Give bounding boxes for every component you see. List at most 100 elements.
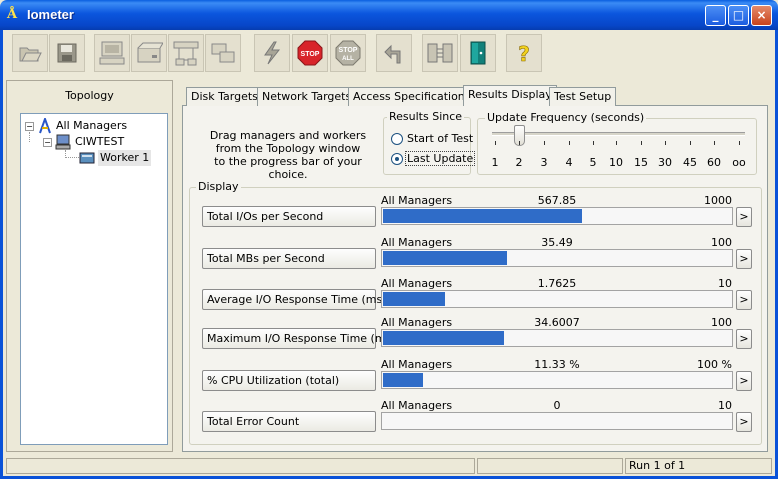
stop-all-button[interactable]: STOP ALL — [330, 34, 366, 72]
duplicate-worker-button[interactable] — [205, 34, 241, 72]
display-icon — [99, 41, 125, 65]
last-update-radio[interactable] — [391, 153, 403, 165]
open-button[interactable] — [12, 34, 48, 72]
tree-item-label: All Managers — [56, 119, 128, 132]
metric-progress-bar[interactable] — [381, 290, 733, 308]
start-tests-button[interactable] — [254, 34, 290, 72]
metric-select-button[interactable]: Maximum I/O Response Time (ms) — [202, 328, 396, 349]
metric-progress-bar[interactable] — [381, 329, 733, 347]
metric-expand-arrow-button[interactable]: > — [736, 371, 752, 391]
metric-manager-label: All Managers — [381, 358, 453, 371]
frequency-tick-mark — [739, 141, 740, 145]
minimize-button[interactable]: _ — [705, 5, 726, 26]
maximize-button[interactable]: □ — [728, 5, 749, 26]
iometer-app-icon: Å — [7, 7, 18, 22]
tree-item-worker-1[interactable]: Worker 1 — [79, 150, 152, 166]
frequency-tick-mark — [569, 141, 570, 145]
metric-expand-arrow-button[interactable]: > — [736, 207, 752, 227]
tab-access-specifications[interactable]: Access Specifications — [348, 87, 476, 106]
frequency-tick-mark — [641, 141, 642, 145]
disk-worker-icon — [137, 42, 163, 63]
metric-value: 0 — [553, 399, 561, 412]
new-network-worker-button[interactable] — [168, 34, 204, 72]
frequency-slider-track[interactable] — [492, 132, 745, 136]
tree-item-ciwtest[interactable]: − CIWTEST — [43, 134, 124, 150]
metric-select-button[interactable]: % CPU Utilization (total) — [202, 370, 376, 391]
disconnect-button[interactable] — [422, 34, 458, 72]
metric-manager-label: All Managers — [381, 277, 453, 290]
reset-arrow-icon — [384, 44, 401, 64]
metric-select-button[interactable]: Total MBs per Second — [202, 248, 376, 269]
collapse-toggle[interactable]: − — [43, 137, 52, 147]
frequency-tick-label: 5 — [589, 156, 597, 169]
new-window-button[interactable] — [94, 34, 130, 72]
svg-text:?: ? — [518, 42, 530, 66]
network-worker-icon — [173, 41, 199, 66]
update-frequency-legend: Update Frequency (seconds) — [485, 111, 647, 124]
frequency-tick-mark — [690, 141, 691, 145]
metric-progress-bar[interactable] — [381, 371, 733, 389]
frequency-tick-label: 3 — [540, 156, 548, 169]
help-icon: ? — [518, 42, 530, 66]
open-folder-icon — [19, 47, 42, 62]
metric-value: 1.7625 — [537, 277, 577, 290]
metric-max: 100 % — [697, 358, 732, 371]
metric-value: 34.6007 — [534, 316, 580, 329]
last-update-label[interactable]: Last Update — [405, 151, 476, 166]
tree-connector — [29, 132, 30, 142]
close-button[interactable]: × — [751, 5, 772, 26]
metric-progress-bar[interactable] — [381, 412, 733, 430]
frequency-tick-label: 30 — [658, 156, 672, 169]
frequency-tick-label: oo — [732, 156, 746, 169]
status-run-count: Run 1 of 1 — [625, 458, 772, 474]
metric-expand-arrow-button[interactable]: > — [736, 412, 752, 432]
frequency-tick-label: 60 — [707, 156, 721, 169]
frequency-tick-label: 4 — [565, 156, 573, 169]
drag-instructions: Drag managers and workers from the Topol… — [209, 129, 367, 181]
metric-max: 100 — [711, 236, 732, 249]
metric-select-button[interactable]: Average I/O Response Time (ms) — [202, 289, 387, 310]
collapse-toggle[interactable]: − — [25, 121, 34, 131]
tab-network-targets[interactable]: Network Targets — [257, 87, 357, 106]
metric-select-button[interactable]: Total I/Os per Second — [202, 206, 376, 227]
metric-expand-arrow-button[interactable]: > — [736, 329, 752, 349]
stop-all-icon: STOP ALL — [335, 40, 361, 66]
metric-progress-bar[interactable] — [381, 249, 733, 267]
tree-connector — [65, 150, 79, 158]
metric-manager-label: All Managers — [381, 399, 453, 412]
title-bar[interactable] — [0, 0, 778, 30]
frequency-tick-label: 2 — [515, 156, 523, 169]
tab-results-display[interactable]: Results Display — [463, 85, 557, 106]
frequency-tick-mark — [544, 141, 545, 145]
start-of-test-radio[interactable] — [391, 133, 403, 145]
metric-progress-fill — [383, 251, 507, 265]
tab-disk-targets[interactable]: Disk Targets — [186, 87, 263, 106]
frequency-tick-mark — [665, 141, 666, 145]
metric-max: 10 — [718, 277, 732, 290]
reset-workers-button[interactable] — [376, 34, 412, 72]
start-of-test-label[interactable]: Start of Test — [407, 132, 473, 145]
stop-button[interactable]: STOP — [292, 34, 328, 72]
metric-progress-bar[interactable] — [381, 207, 733, 225]
metric-value: 11.33 % — [534, 358, 580, 371]
help-button[interactable]: ? — [506, 34, 542, 72]
metric-expand-arrow-button[interactable]: > — [736, 249, 752, 269]
frequency-tick-mark — [616, 141, 617, 145]
new-disk-worker-button[interactable] — [131, 34, 167, 72]
results-since-group — [383, 117, 471, 175]
frequency-tick-label: 15 — [634, 156, 648, 169]
frequency-tick-mark — [519, 141, 520, 145]
save-disk-icon — [57, 43, 77, 63]
topology-tree[interactable]: − All Managers − CIWTEST Worker 1 — [20, 113, 168, 445]
frequency-tick-mark — [593, 141, 594, 145]
metric-select-button[interactable]: Total Error Count — [202, 411, 376, 432]
tree-item-all-managers[interactable]: − All Managers — [25, 118, 127, 134]
window-title: Iometer — [27, 7, 74, 22]
metric-expand-arrow-button[interactable]: > — [736, 290, 752, 310]
metric-progress-fill — [383, 331, 504, 345]
computer-icon — [55, 134, 71, 150]
save-button[interactable] — [49, 34, 85, 72]
exit-button[interactable] — [460, 34, 496, 72]
tab-test-setup[interactable]: Test Setup — [549, 87, 617, 106]
metric-manager-label: All Managers — [381, 236, 453, 249]
